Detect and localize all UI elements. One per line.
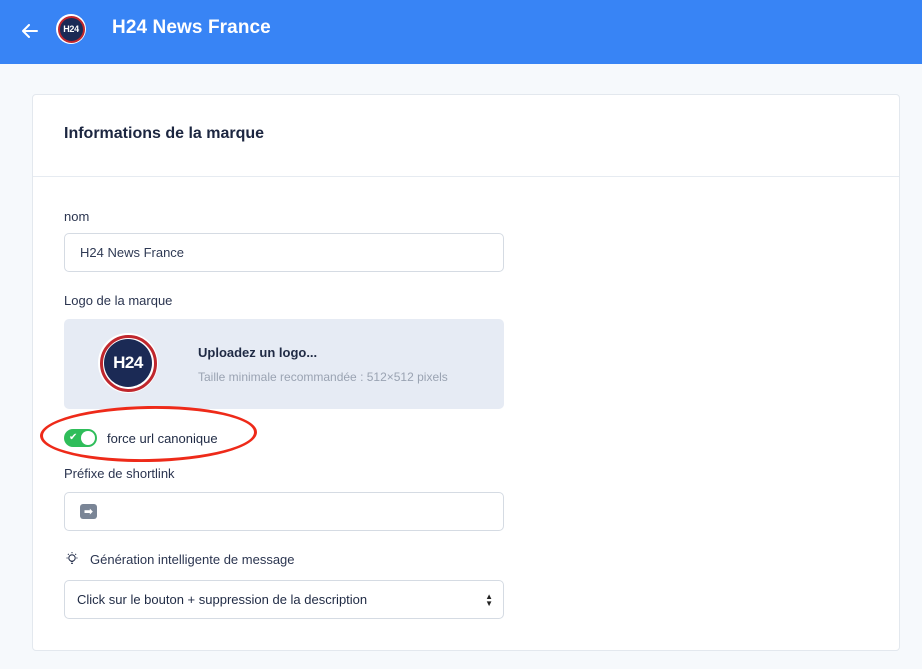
- canonical-url-toggle[interactable]: ✔: [64, 429, 97, 447]
- name-input-value: H24 News France: [80, 245, 185, 260]
- brand-avatar-text: H24: [63, 24, 79, 34]
- logo-upload-dropzone[interactable]: H24 Uploadez un logo... Taille minimale …: [64, 319, 504, 409]
- top-bar: H24 H24 News France: [0, 0, 922, 64]
- shortlink-prefix-input[interactable]: ➡: [64, 492, 504, 531]
- name-input[interactable]: H24 News France: [64, 233, 504, 272]
- ai-message-label: Génération intelligente de message: [90, 551, 295, 567]
- logo-label: Logo de la marque: [64, 293, 173, 308]
- name-label: nom: [64, 209, 90, 224]
- canonical-toggle-label: force url canonique: [107, 430, 218, 446]
- select-caret-icon: ▲ ▼: [485, 592, 493, 608]
- upload-logo-title: Uploadez un logo...: [198, 345, 318, 360]
- ai-message-select[interactable]: Click sur le bouton + suppression de la …: [64, 580, 504, 619]
- brand-logo-preview: H24: [98, 333, 158, 393]
- right-arrow-emoji-icon: ➡: [80, 504, 97, 519]
- toggle-knob: [81, 431, 95, 445]
- card-title: Informations de la marque: [64, 125, 265, 142]
- card-header: Informations de la marque: [33, 95, 899, 177]
- brand-logo-text: H24: [113, 353, 143, 372]
- brand-avatar: H24: [56, 14, 86, 44]
- brand-info-card: Informations de la marque nom H24 News F…: [32, 94, 900, 651]
- ai-message-select-value: Click sur le bouton + suppression de la …: [77, 592, 368, 607]
- arrow-left-icon: [22, 24, 38, 38]
- page-title: H24 News France: [112, 17, 271, 38]
- upload-logo-hint: Taille minimale recommandée : 512×512 pi…: [198, 370, 448, 384]
- canonical-toggle-row: ✔ force url canonique: [64, 428, 218, 448]
- check-icon: ✔: [69, 432, 78, 443]
- shortlink-prefix-label: Préfixe de shortlink: [64, 466, 175, 481]
- ai-message-row: Génération intelligente de message: [64, 551, 295, 567]
- lightbulb-icon: [64, 551, 80, 567]
- back-button[interactable]: [18, 19, 42, 43]
